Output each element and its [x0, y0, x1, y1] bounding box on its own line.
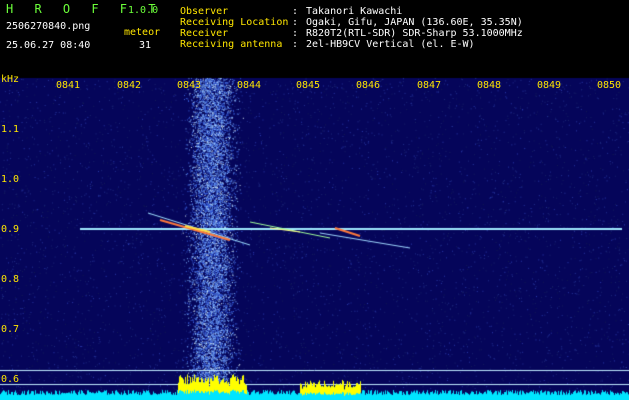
- y-tick-label: 0.8: [1, 274, 20, 285]
- x-tick-label: 0848: [477, 80, 502, 91]
- x-tick-label: 0843: [177, 80, 202, 91]
- info-label-antenna: Receiving antenna: [180, 39, 283, 50]
- y-tick-label: 0.9: [1, 224, 20, 235]
- file-name: 2506270840.png: [6, 21, 91, 32]
- app-version: 1.0.0: [128, 5, 159, 16]
- y-axis-unit: kHz: [1, 74, 20, 85]
- info-sep-location: :: [292, 17, 299, 28]
- info-value-observer: Takanori Kawachi: [306, 6, 403, 17]
- meteor-label: meteor: [124, 27, 161, 38]
- info-sep-observer: :: [292, 6, 299, 17]
- date-time: 25.06.27 08:40: [6, 40, 91, 51]
- info-sep-antenna: :: [292, 39, 299, 50]
- y-tick-label: 1.1: [1, 124, 20, 135]
- x-tick-label: 0844: [237, 80, 262, 91]
- meteor-count: 31: [139, 40, 152, 51]
- info-label-location: Receiving Location: [180, 17, 289, 28]
- x-tick-label: 0845: [296, 80, 321, 91]
- info-label-receiver: Receiver: [180, 28, 229, 39]
- info-value-antenna: 2el-HB9CV Vertical (el. E-W): [306, 39, 475, 50]
- info-value-receiver: R820T2(RTL-SDR) SDR-Sharp 53.1000MHz: [306, 28, 523, 39]
- x-tick-label: 0850: [597, 80, 622, 91]
- spectrogram-plot: [0, 0, 629, 400]
- x-tick-label: 0847: [417, 80, 442, 91]
- x-tick-label: 0841: [56, 80, 81, 91]
- info-sep-receiver: :: [292, 28, 299, 39]
- x-tick-label: 0842: [117, 80, 142, 91]
- info-value-location: Ogaki, Gifu, JAPAN (136.60E, 35.35N): [306, 17, 523, 28]
- hrofft-window: H R O F F T 1.0.0 2506270840.png meteor …: [0, 0, 629, 400]
- y-tick-label: 1.0: [1, 174, 20, 185]
- x-tick-label: 0849: [537, 80, 562, 91]
- info-label-observer: Observer: [180, 6, 229, 17]
- x-tick-label: 0846: [356, 80, 381, 91]
- y-tick-label: 0.7: [1, 324, 20, 335]
- y-tick-label: 0.6: [1, 374, 20, 385]
